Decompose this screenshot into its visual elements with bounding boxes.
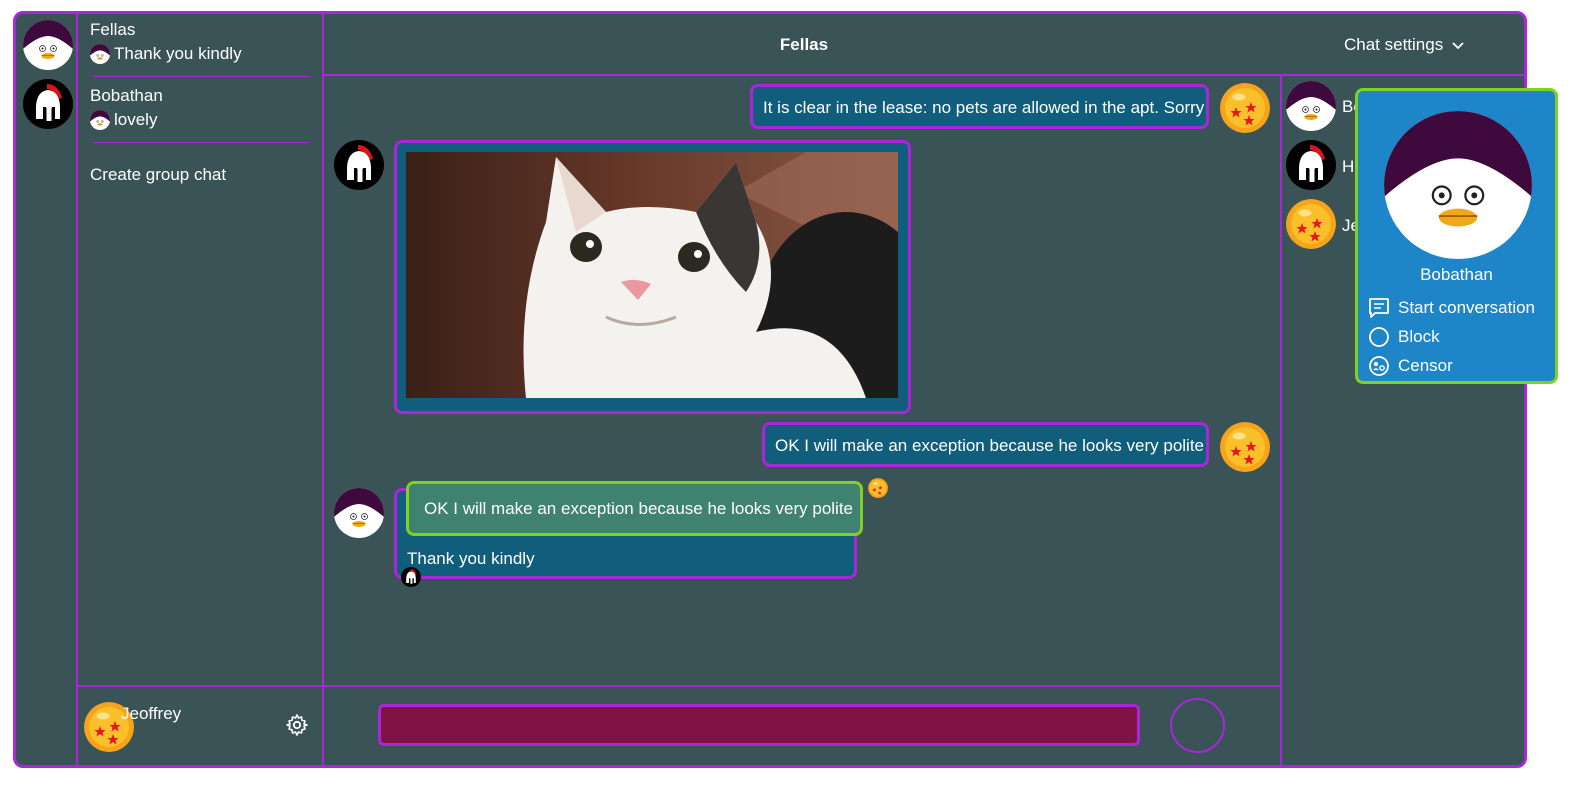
reaction-avatar [868,478,888,498]
conversation-last-message: lovely [90,110,316,130]
popup-user-name: Bobathan [1420,265,1493,284]
conversation-item-fellas[interactable]: Fellas Thank you kindly [90,20,316,64]
message-text: It is clear in the lease: no pets are al… [763,98,1205,117]
start-conversation-button[interactable]: Start conversation [1368,297,1535,319]
conversation-name: Bobathan [90,86,163,105]
message-bubble-own[interactable]: OK I will make an exception because he l… [762,422,1209,467]
sidebar-divider [322,14,324,765]
footer-divider [76,685,1282,687]
current-user-name: Jeoffrey [121,704,182,723]
last-message-text: Thank you kindly [114,44,242,63]
message-text: Thank you kindly [407,549,535,568]
sender-avatar[interactable] [1220,83,1270,133]
chat-icon [1369,298,1389,318]
face-icon [1369,356,1389,376]
member-avatar[interactable] [1286,81,1336,131]
rail-group-avatar[interactable] [23,20,73,70]
sender-avatar[interactable] [1220,422,1270,472]
conversation-item-bobathan[interactable]: Bobathan lovely [90,86,316,130]
chat-settings-label: Chat settings [1344,35,1444,54]
rail-user-avatar[interactable] [23,79,73,129]
chat-settings-button[interactable]: Chat settings [1344,35,1465,55]
list-separator [93,76,309,77]
message-bubble-own[interactable]: It is clear in the lease: no pets are al… [750,84,1209,129]
gear-icon[interactable] [285,713,309,737]
action-label: Censor [1398,356,1453,375]
cat-photo [406,152,898,398]
message-input[interactable] [378,704,1140,746]
user-profile-popup: Bobathan Start conversation Block Censor [1355,88,1558,384]
read-receipt-avatar [401,567,421,587]
last-message-text: lovely [114,110,158,129]
quoted-text: OK I will make an exception because he l… [424,499,854,518]
circle-icon [1369,327,1389,347]
chat-app-window: Fellas Thank you kindly Bobathan lovely … [13,11,1527,768]
members-divider [1280,74,1282,765]
header-divider [322,74,1524,76]
message-text: OK I will make an exception because he l… [775,436,1205,455]
member-avatar[interactable] [1286,140,1336,190]
action-label: Start conversation [1398,298,1536,317]
conversation-last-message: Thank you kindly [90,44,316,64]
image-message-bubble[interactable] [394,140,911,414]
action-label: Block [1398,327,1440,346]
rail-divider [76,14,78,765]
list-separator [93,142,309,143]
mini-avatar [90,110,110,130]
sender-avatar[interactable] [334,140,384,190]
chevron-down-icon [1452,42,1464,50]
create-group-chat-link[interactable]: Create group chat [90,165,226,185]
block-button[interactable]: Block [1368,326,1440,348]
member-avatar[interactable] [1286,199,1336,249]
chat-title: Fellas [779,35,829,54]
send-button[interactable] [1170,698,1225,753]
conversation-name: Fellas [90,20,136,39]
censor-button[interactable]: Censor [1368,355,1453,377]
mini-avatar [90,44,110,64]
popup-avatar [1384,111,1532,259]
quoted-message[interactable]: OK I will make an exception because he l… [406,481,863,536]
sender-avatar[interactable] [334,488,384,538]
